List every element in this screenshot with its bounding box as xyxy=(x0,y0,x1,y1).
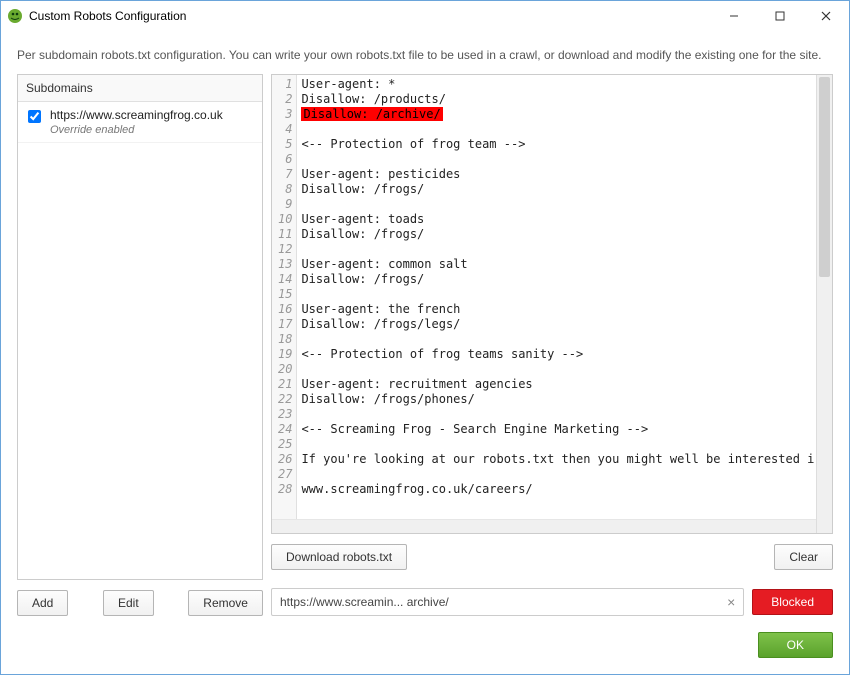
subdomain-info: https://www.screamingfrog.co.uk Override … xyxy=(50,108,223,136)
sidebar-button-row: Add Edit Remove xyxy=(17,590,263,616)
dialog-window: Custom Robots Configuration Per subdomai… xyxy=(0,0,850,675)
code-line[interactable]: <-- Screaming Frog - Search Engine Marke… xyxy=(301,422,812,437)
line-number: 12 xyxy=(278,242,292,257)
robots-text-editor[interactable]: 1234567891011121314151617181920212223242… xyxy=(271,74,833,534)
subdomain-status: Override enabled xyxy=(50,124,223,136)
maximize-button[interactable] xyxy=(757,1,803,31)
main-content: Subdomains https://www.screamingfrog.co.… xyxy=(1,74,849,616)
line-number: 24 xyxy=(278,422,292,437)
subdomain-url: https://www.screamingfrog.co.uk xyxy=(50,108,223,122)
code-line[interactable]: Disallow: /frogs/ xyxy=(301,182,812,197)
window-controls xyxy=(711,1,849,31)
line-number: 23 xyxy=(278,407,292,422)
line-number: 22 xyxy=(278,392,292,407)
download-robots-button[interactable]: Download robots.txt xyxy=(271,544,407,570)
line-number: 7 xyxy=(278,167,292,182)
code-content[interactable]: User-agent: *Disallow: /products/Disallo… xyxy=(297,75,816,533)
code-line[interactable]: Disallow: /products/ xyxy=(301,92,812,107)
code-line[interactable] xyxy=(301,437,812,452)
subdomain-rows-container: https://www.screamingfrog.co.uk Override … xyxy=(18,102,262,143)
subdomain-row[interactable]: https://www.screamingfrog.co.uk Override … xyxy=(18,102,262,143)
code-line[interactable]: Disallow: /frogs/phones/ xyxy=(301,392,812,407)
code-line[interactable]: Disallow: /frogs/ xyxy=(301,272,812,287)
ok-button[interactable]: OK xyxy=(758,632,833,658)
code-line[interactable]: User-agent: recruitment agencies xyxy=(301,377,812,392)
line-number: 9 xyxy=(278,197,292,212)
line-number: 18 xyxy=(278,332,292,347)
code-line[interactable] xyxy=(301,332,812,347)
url-test-value: https://www.screamin... archive/ xyxy=(280,595,449,609)
code-line[interactable]: Disallow: /frogs/ xyxy=(301,227,812,242)
close-button[interactable] xyxy=(803,1,849,31)
line-number: 26 xyxy=(278,452,292,467)
subdomain-listbox[interactable]: Subdomains https://www.screamingfrog.co.… xyxy=(17,74,263,580)
app-icon xyxy=(7,8,23,24)
horizontal-scrollbar[interactable] xyxy=(272,519,816,533)
code-line[interactable] xyxy=(301,467,812,482)
line-number: 5 xyxy=(278,137,292,152)
code-line[interactable]: User-agent: toads xyxy=(301,212,812,227)
dialog-description: Per subdomain robots.txt configuration. … xyxy=(1,31,849,74)
dialog-footer: OK xyxy=(1,616,849,674)
line-number: 28 xyxy=(278,482,292,497)
line-number: 27 xyxy=(278,467,292,482)
code-line[interactable] xyxy=(301,242,812,257)
clear-input-icon[interactable]: × xyxy=(727,594,735,610)
remove-button[interactable]: Remove xyxy=(188,590,263,616)
line-number: 1 xyxy=(278,77,292,92)
code-line[interactable]: User-agent: pesticides xyxy=(301,167,812,182)
clear-button[interactable]: Clear xyxy=(774,544,833,570)
edit-button[interactable]: Edit xyxy=(103,590,154,616)
code-line[interactable]: <-- Protection of frog team --> xyxy=(301,137,812,152)
minimize-button[interactable] xyxy=(711,1,757,31)
code-line[interactable]: User-agent: the french xyxy=(301,302,812,317)
vertical-scrollbar[interactable] xyxy=(816,75,832,533)
code-line[interactable] xyxy=(301,407,812,422)
line-number: 4 xyxy=(278,122,292,137)
code-line[interactable]: Disallow: /frogs/legs/ xyxy=(301,317,812,332)
subdomain-checkbox[interactable] xyxy=(28,110,41,123)
sidebar: Subdomains https://www.screamingfrog.co.… xyxy=(17,74,263,616)
url-test-input[interactable]: https://www.screamin... archive/ × xyxy=(271,588,744,616)
titlebar: Custom Robots Configuration xyxy=(1,1,849,31)
line-number: 21 xyxy=(278,377,292,392)
code-line[interactable]: www.screamingfrog.co.uk/careers/ xyxy=(301,482,812,497)
line-number: 13 xyxy=(278,257,292,272)
editor-button-row: Download robots.txt Clear xyxy=(271,544,833,570)
scrollbar-thumb[interactable] xyxy=(819,77,830,277)
line-number: 15 xyxy=(278,287,292,302)
code-line[interactable] xyxy=(301,362,812,377)
line-number-gutter: 1234567891011121314151617181920212223242… xyxy=(272,75,297,533)
code-line[interactable] xyxy=(301,287,812,302)
line-number: 3 xyxy=(278,107,292,122)
window-title: Custom Robots Configuration xyxy=(29,9,711,23)
line-number: 8 xyxy=(278,182,292,197)
test-result-badge: Blocked xyxy=(752,589,833,615)
line-number: 19 xyxy=(278,347,292,362)
line-number: 20 xyxy=(278,362,292,377)
code-line[interactable]: User-agent: * xyxy=(301,77,812,92)
code-line[interactable]: User-agent: common salt xyxy=(301,257,812,272)
code-line[interactable]: Disallow: /archive/ xyxy=(301,107,812,122)
code-line[interactable]: <-- Protection of frog teams sanity --> xyxy=(301,347,812,362)
line-number: 25 xyxy=(278,437,292,452)
line-number: 2 xyxy=(278,92,292,107)
editor-panel: 1234567891011121314151617181920212223242… xyxy=(271,74,833,616)
line-number: 16 xyxy=(278,302,292,317)
code-line[interactable]: If you're looking at our robots.txt then… xyxy=(301,452,812,467)
add-button[interactable]: Add xyxy=(17,590,68,616)
line-number: 11 xyxy=(278,227,292,242)
line-number: 10 xyxy=(278,212,292,227)
url-test-row: https://www.screamin... archive/ × Block… xyxy=(271,588,833,616)
line-number: 6 xyxy=(278,152,292,167)
code-line[interactable] xyxy=(301,122,812,137)
code-line[interactable] xyxy=(301,197,812,212)
code-line[interactable] xyxy=(301,152,812,167)
subdomain-list-header: Subdomains xyxy=(18,75,262,102)
line-number: 14 xyxy=(278,272,292,287)
line-number: 17 xyxy=(278,317,292,332)
highlighted-span: Disallow: /archive/ xyxy=(301,107,442,121)
